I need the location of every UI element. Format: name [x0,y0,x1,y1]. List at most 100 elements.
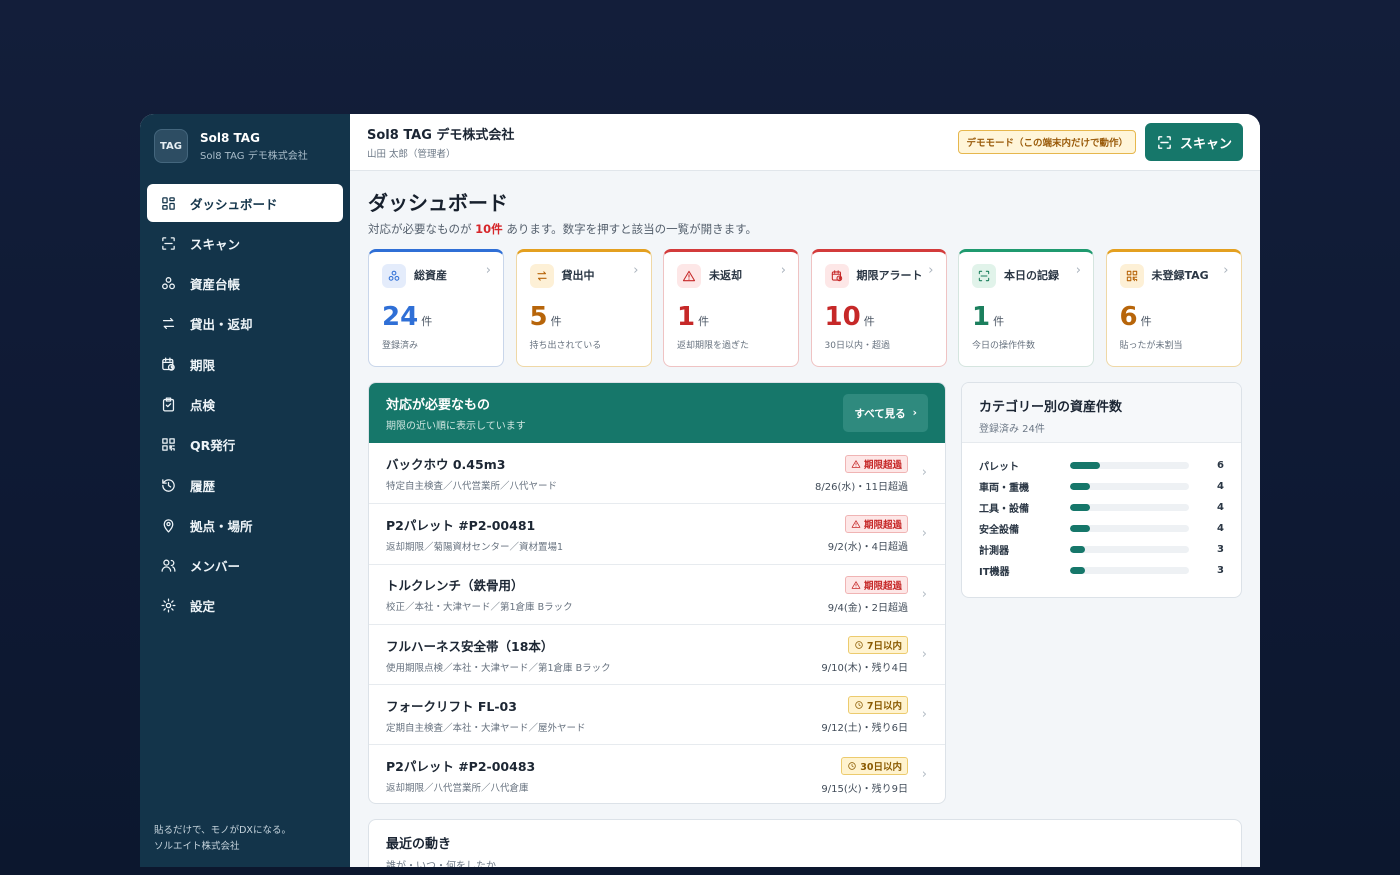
demo-mode-badge: デモモード（この端末内だけで動作） [958,130,1136,154]
sidebar-item-label: 期限 [190,357,216,373]
todo-title: 対応が必要なもの [386,398,491,413]
category-bar-track [1070,483,1189,490]
kpi-note: 今日の操作件数 [972,341,1036,351]
sidebar-item-3[interactable]: 貸出・返却 [147,305,343,343]
sidebar-item-9[interactable]: メンバー [147,547,343,585]
status-badge: 期限超過 [844,575,908,594]
status-badge-label: 期限超過 [863,520,902,532]
sidebar-item-10[interactable]: 設定 [147,587,343,625]
chevron-right-icon: › [928,263,934,278]
todo-item-detail: 定期自主検査／本社・大津ヤード／屋外ヤード [386,722,586,734]
sidebar-nav: ダッシュボードスキャン資産台帳貸出・返却期限点検 QR発行履歴拠点・場所 メンバー設… [140,184,350,625]
clipboard-check-icon [159,395,177,413]
org-name: Sol8 TAG デモ株式会社 [367,128,515,143]
recent-subtitle: 誰が・いつ・何をしたか [386,861,496,867]
category-bar-track [1070,525,1189,532]
todo-item-detail: 返却期限／菊陽資材センター／資材置場1 [386,541,564,553]
gear-icon [159,597,177,615]
sidebar-item-2[interactable]: 資産台帳 [147,265,343,303]
chevron-right-icon: › [485,263,491,278]
chevron-right-icon: › [921,767,927,783]
clock-icon [854,640,867,650]
status-badge-label: 期限超過 [863,580,902,592]
todo-item-title: トルクレンチ（鉄骨用） [386,578,524,594]
category-bar-fill [1070,462,1100,469]
sidebar-item-4[interactable]: 期限 [147,345,343,383]
topbar: Sol8 TAG デモ株式会社 山田 太郎（管理者） デモモード（この端末内だけ… [350,114,1260,171]
category-row: 計測器 3 [979,539,1224,560]
kpi-unit: 件 [698,315,710,328]
kpi-value: 1件 [972,302,1004,332]
see-all-label: すべて見る [854,407,906,420]
kpi-label: 総資産 [414,269,447,282]
todo-item-date: 9/15(火)・残り9日 [821,783,908,795]
todo-header: 対応が必要なもの 期限の近い順に表示しています すべて見る › [369,383,945,443]
sidebar-item-7[interactable]: 履歴 [147,466,343,504]
recent-title: 最近の動き [386,837,452,852]
scan-icon [972,264,996,288]
chevron-right-icon: › [921,465,927,480]
history-icon [159,476,177,494]
kpi-card[interactable]: 総資産 › 24 件登録済み [368,249,504,367]
sidebar-item-5[interactable]: 点検 [147,385,343,423]
category-row: 工具・設備 4 [979,497,1224,518]
todo-item-title: フォークリフト FL-03 [386,698,517,714]
status-badge: 30日以内 [841,756,908,775]
todo-item-date: 9/2(水)・4日超過 [827,542,908,554]
warning-icon [851,580,864,590]
kpi-label: 未返却 [709,269,742,282]
category-count: 6 [1217,460,1224,471]
users-icon [159,557,177,575]
kpi-value: 1件 [677,302,709,332]
kpi-card[interactable]: 未登録TAG › 6 件貼ったが未割当 [1105,249,1242,367]
sidebar-item-1[interactable]: スキャン [147,224,343,262]
todo-row[interactable]: トルクレンチ（鉄骨用） 校正／本社・大津ヤード／第1倉庫 Bラック 期限超過 9/4(… [369,563,945,624]
brand-logo: TAG [154,129,188,163]
sidebar-item-label: 貸出・返却 [190,317,253,333]
chevron-right-icon: › [921,586,927,602]
todo-row[interactable]: バックホウ 0.45m3 特定自主検査／八代営業所／八代ヤード 期限超過 8/26(水… [369,443,945,503]
sidebar-item-8[interactable]: 拠点・場所 [147,506,343,544]
sidebar-item-0[interactable]: ダッシュボード [147,184,343,222]
kpi-card[interactable]: 未返却 › 1 件返却期限を過ぎた [663,249,799,367]
see-all-button[interactable]: すべて見る › [843,394,928,432]
kpi-number: 5 [529,302,548,332]
todo-row[interactable]: P2パレット #P2-00481 返却期限／菊陽資材センター／資材置場1 期限超過 9… [369,503,945,563]
sidebar-item-label: スキャン [190,236,241,252]
todo-item-date: 9/10(木)・残り4日 [821,663,908,675]
sidebar-item-6[interactable]: QR発行 [147,426,343,464]
chevron-right-icon: › [921,707,927,723]
kpi-card[interactable]: 貸出中 › 5 件持ち出されている [515,249,652,367]
sidebar-item-label: 資産台帳 [190,277,241,293]
todo-item-detail: 特定自主検査／八代営業所／八代ヤード [386,481,558,493]
assets-icon [382,264,406,288]
todo-row[interactable]: フルハーネス安全帯（18本） 使用期限点検／本社・大津ヤード／第1倉庫 Bラック 7… [369,623,945,684]
chevron-right-icon: › [1075,263,1081,278]
category-bar-track [1070,462,1189,469]
kpi-label: 貸出中 [561,269,595,282]
todo-row[interactable]: P2パレット #P2-00483 返却期限／八代営業所／八代倉庫 30日以内 9/15… [369,744,945,803]
status-badge-label: 30日以内 [860,761,902,773]
warning-icon [851,459,864,469]
kpi-value: 6件 [1120,302,1152,332]
sidebar-item-label: 履歴 [190,478,216,494]
brand: TAG Sol8 TAG Sol8 TAG デモ株式会社 [140,114,350,178]
todo-row[interactable]: フォークリフト FL-03 定期自主検査／本社・大津ヤード／屋外ヤード 7日以内 9/… [369,684,945,744]
recent-activity-panel: 最近の動き 誰が・いつ・何をしたか [368,819,1242,867]
scan-icon [159,234,177,252]
kpi-card[interactable]: 期限アラート › 10 件 30日以内・超過 [810,249,947,367]
scan-icon [1156,134,1180,151]
warning-icon [677,264,701,288]
category-name: 計測器 [979,546,1009,557]
category-name: 工具・設備 [979,504,1029,515]
sidebar-item-label: QR発行 [190,438,236,454]
sidebar-item-label: 設定 [190,599,216,615]
category-title: カテゴリー別の資産件数 [979,400,1123,415]
kpi-value: 10 件 [825,302,875,332]
kpi-card[interactable]: 本日の記録 › 1 件今日の操作件数 [958,249,1094,367]
chevron-right-icon: › [633,263,639,278]
scan-button[interactable]: スキャン [1144,123,1243,161]
category-bar-fill [1070,567,1085,574]
kpi-number: 6 [1119,302,1138,332]
desc-count: 10件 [475,222,503,236]
